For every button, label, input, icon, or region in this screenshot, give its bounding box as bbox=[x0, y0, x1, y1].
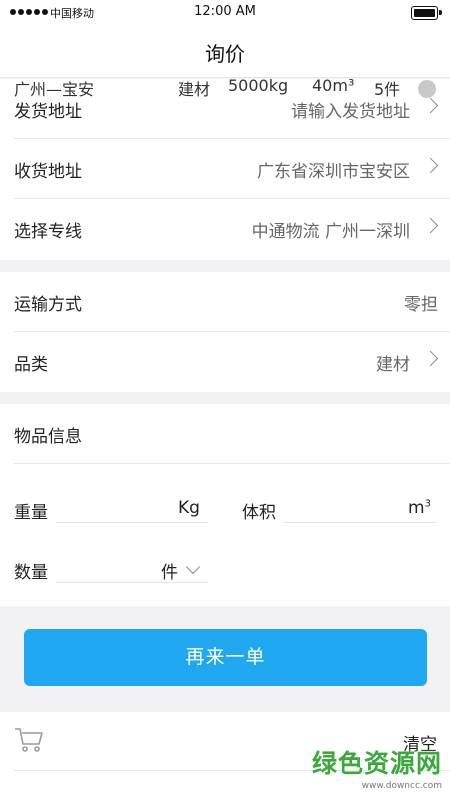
chevron-down-icon[interactable] bbox=[185, 559, 201, 575]
ship-from-label: 发货地址 bbox=[14, 102, 82, 122]
page-title: 询价 bbox=[205, 42, 245, 66]
weight-label: 重量 bbox=[14, 503, 48, 523]
weight-unit: Kg bbox=[178, 498, 200, 518]
cart-icon bbox=[15, 728, 43, 752]
quantity-label: 数量 bbox=[14, 563, 48, 583]
cart-order-row: 广州—宝安 建材 5000kg 40m³ 5件 bbox=[0, 76, 450, 100]
weight-input[interactable] bbox=[56, 522, 208, 523]
transport-method-label: 运输方式 bbox=[14, 295, 82, 315]
transport-section: 运输方式 零担 品类 建材 bbox=[0, 272, 450, 392]
select-line-row[interactable]: 选择专线 中通物流 广州一深圳 bbox=[14, 199, 450, 259]
ship-to-value: 广东省深圳市宝安区 bbox=[257, 162, 410, 182]
select-line-label: 选择专线 bbox=[14, 222, 82, 242]
category-value: 建材 bbox=[376, 355, 410, 375]
status-time: 12:00 AM bbox=[194, 4, 256, 19]
watermark: 绿色资源网 www.downcc.com bbox=[302, 744, 442, 794]
order-count: 5件 bbox=[374, 80, 401, 99]
goods-section: 物品信息 重量 Kg 体积 m3 数量 件 bbox=[0, 404, 450, 606]
watermark-url: www.downcc.com bbox=[361, 781, 442, 791]
status-bar: 中国移动 12:00 AM bbox=[0, 0, 450, 26]
goods-header: 物品信息 bbox=[14, 404, 450, 464]
volume-input[interactable] bbox=[284, 522, 436, 523]
ship-from-value: 请输入发货地址 bbox=[291, 102, 410, 122]
goods-title: 物品信息 bbox=[14, 427, 82, 447]
category-label: 品类 bbox=[14, 355, 48, 375]
volume-unit: m3 bbox=[408, 498, 431, 518]
chevron-right-icon bbox=[422, 217, 439, 234]
chevron-right-icon bbox=[422, 97, 439, 114]
transport-method-value: 零担 bbox=[404, 295, 438, 315]
quantity-unit: 件 bbox=[161, 563, 178, 583]
volume-label: 体积 bbox=[242, 503, 276, 523]
order-volume: 40m³ bbox=[312, 76, 355, 95]
address-section: 发货地址 请输入发货地址 收货地址 广东省深圳市宝安区 选择专线 中通物流 广州… bbox=[0, 79, 450, 260]
watermark-title: 绿色资源网 bbox=[311, 749, 442, 778]
quantity-input[interactable] bbox=[56, 582, 208, 583]
remove-order-icon[interactable] bbox=[418, 80, 436, 98]
ship-to-row[interactable]: 收货地址 广东省深圳市宝安区 bbox=[14, 139, 450, 199]
order-category: 建材 bbox=[178, 80, 211, 99]
select-line-value: 中通物流 广州一深圳 bbox=[251, 222, 410, 242]
order-route: 广州—宝安 bbox=[14, 80, 95, 99]
nav-bar: 询价 bbox=[0, 26, 450, 78]
battery-icon bbox=[411, 6, 442, 20]
reorder-button[interactable]: 再来一单 bbox=[24, 629, 427, 686]
transport-method-row: 运输方式 零担 bbox=[14, 272, 450, 332]
ship-to-label: 收货地址 bbox=[14, 162, 82, 182]
category-row[interactable]: 品类 建材 bbox=[14, 332, 450, 392]
order-weight: 5000kg bbox=[228, 76, 289, 95]
chevron-right-icon bbox=[422, 157, 439, 174]
chevron-right-icon bbox=[422, 350, 439, 367]
